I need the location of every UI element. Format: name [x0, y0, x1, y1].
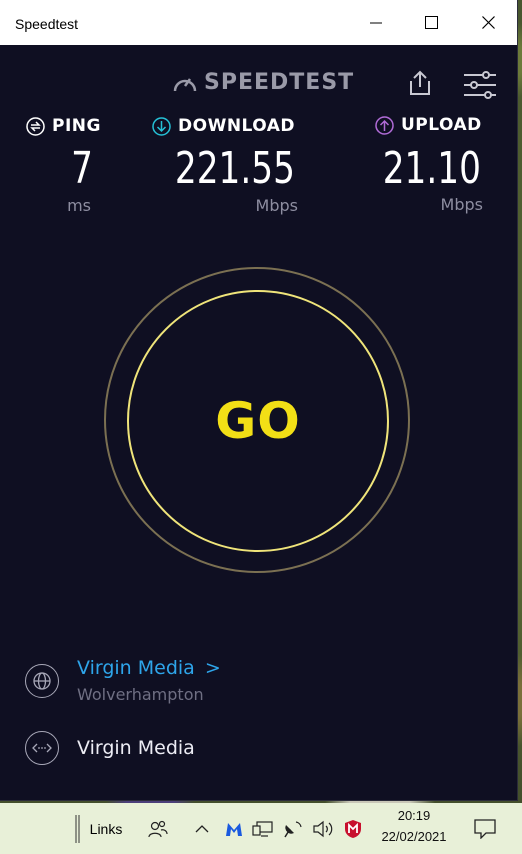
- ping-value: 7: [71, 143, 93, 194]
- malwarebytes-icon[interactable]: [222, 803, 246, 854]
- server-link[interactable]: Virgin Media >: [77, 657, 221, 679]
- server-location: Wolverhampton: [77, 685, 204, 704]
- share-button[interactable]: [405, 68, 435, 98]
- download-unit: Mbps: [255, 196, 298, 215]
- settings-button[interactable]: [462, 70, 498, 100]
- speedtest-logo: SPEEDTEST: [172, 70, 354, 95]
- chevron-up-icon[interactable]: [192, 803, 212, 854]
- download-icon: [152, 116, 171, 136]
- network-icon: [25, 731, 59, 765]
- provider-name: Virgin Media: [77, 737, 195, 759]
- brand-name: SPEEDTEST: [204, 70, 355, 95]
- upload-icon: [375, 115, 394, 135]
- chevron-right-icon: >: [204, 657, 221, 679]
- gauge-icon: [173, 77, 197, 91]
- close-icon: [481, 16, 495, 29]
- server-icon-wrap: [25, 664, 59, 698]
- upload-value: 21.10: [382, 143, 481, 194]
- ping-unit: ms: [67, 196, 91, 215]
- maximize-button[interactable]: [408, 0, 454, 45]
- people-icon[interactable]: [144, 803, 172, 854]
- sliders-icon: [464, 71, 496, 99]
- download-label: DOWNLOAD: [152, 116, 295, 136]
- server-host: Virgin Media: [77, 657, 195, 679]
- close-button[interactable]: [465, 0, 511, 45]
- go-button[interactable]: GO: [127, 290, 389, 552]
- minimize-button[interactable]: [353, 0, 399, 45]
- maximize-icon: [424, 16, 438, 29]
- window-title: Speedtest: [15, 16, 79, 32]
- upload-unit: Mbps: [440, 195, 483, 214]
- download-value: 221.55: [174, 143, 295, 194]
- notifications-icon[interactable]: [470, 803, 500, 854]
- go-label: GO: [215, 392, 301, 450]
- clock-time: 20:19: [397, 808, 431, 823]
- mcafee-icon[interactable]: [340, 803, 366, 854]
- clock[interactable]: 20:19 22/02/2021: [368, 805, 460, 847]
- toolbar-separator-icon[interactable]: [72, 803, 84, 854]
- links-toolbar[interactable]: Links: [86, 803, 126, 854]
- satellite-icon[interactable]: [280, 803, 306, 854]
- ping-label: PING: [26, 116, 101, 136]
- clock-date: 22/02/2021: [381, 829, 447, 844]
- title-bar[interactable]: Speedtest: [0, 0, 517, 45]
- globe-icon: [25, 664, 59, 698]
- provider-icon-wrap: [25, 731, 59, 765]
- network-monitor-icon[interactable]: [250, 803, 276, 854]
- ping-icon: [26, 116, 45, 136]
- volume-icon[interactable]: [310, 803, 336, 854]
- upload-label: UPLOAD: [375, 115, 482, 135]
- share-icon: [410, 70, 430, 95]
- minimize-icon: [370, 22, 382, 23]
- speedtest-window: Speedtest SPEEDTEST PING 7 ms DOWNLOAD 2…: [0, 0, 517, 800]
